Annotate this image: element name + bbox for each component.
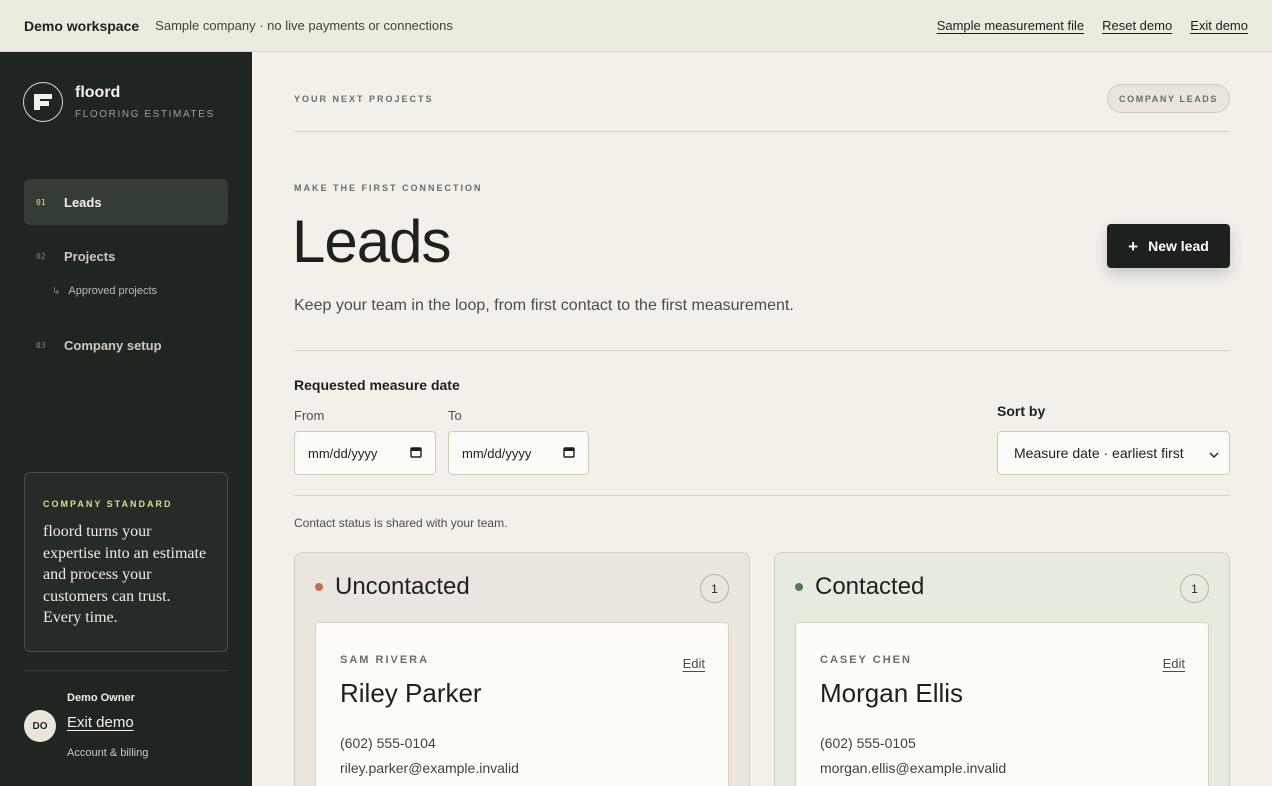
lead-name: Morgan Ellis — [820, 678, 964, 708]
divider — [294, 350, 1230, 351]
sort-select[interactable]: Measure date · earliest first — [997, 431, 1230, 475]
to-date-value: mm/dd/yyyy — [462, 445, 532, 461]
nav-number: 03 — [36, 340, 46, 350]
divider — [294, 495, 1230, 496]
sidebar-item-leads[interactable]: 01 Leads — [24, 179, 228, 225]
to-date-input[interactable]: mm/dd/yyyy — [448, 431, 589, 475]
nav-number: 01 — [36, 197, 46, 207]
sidebar-divider — [24, 670, 228, 671]
sidebar-subitem-label: Approved projects — [68, 285, 158, 297]
column-count-badge: 1 — [1180, 574, 1209, 603]
divider — [294, 131, 1230, 132]
sidebar-item-company-setup[interactable]: 03 Company setup — [24, 322, 228, 368]
lead-contact-name: SAM RIVERA — [340, 654, 430, 666]
demo-banner: Demo workspace Sample company · no live … — [0, 0, 1272, 52]
new-lead-button[interactable]: + New lead — [1107, 224, 1230, 268]
lead-phone: (602) 555-0105 — [820, 735, 916, 751]
avatar[interactable]: DO — [24, 710, 56, 742]
column-title: Uncontacted — [335, 573, 470, 600]
lead-card[interactable]: CASEY CHEN Edit Morgan Ellis (602) 555-0… — [795, 622, 1209, 786]
page-description: Keep your team in the loop, from first c… — [294, 297, 794, 314]
status-dot — [315, 583, 323, 591]
chevron-down-icon — [1209, 445, 1219, 461]
calendar-icon[interactable] — [563, 446, 575, 461]
account-name: Demo Owner — [67, 692, 135, 704]
status-dot — [795, 583, 803, 591]
sidebar-item-projects[interactable]: 02 Projects — [24, 233, 228, 279]
sidebar-nav: 01 Leads 02 Projects ↳ Approved projects… — [24, 179, 228, 368]
edit-lead-link[interactable]: Edit — [1163, 656, 1185, 671]
plus-icon: + — [1128, 236, 1139, 256]
sample-measurement-file-link[interactable]: Sample measurement file — [937, 18, 1084, 33]
sidebar: floord FLOORING ESTIMATES 01 Leads 02 Pr… — [0, 52, 252, 786]
to-label: To — [448, 408, 462, 423]
page-eyebrow: MAKE THE FIRST CONNECTION — [294, 183, 483, 193]
company-standard-card: COMPANY STANDARD floord turns your exper… — [24, 472, 228, 652]
lead-contact-name: CASEY CHEN — [820, 654, 912, 666]
workspace-name: Demo workspace — [24, 17, 140, 34]
column-title: Contacted — [815, 573, 925, 600]
sort-label: Sort by — [997, 403, 1046, 419]
sort-value: Measure date · earliest first — [1014, 445, 1184, 461]
from-date-value: mm/dd/yyyy — [308, 445, 378, 461]
from-label: From — [294, 408, 325, 423]
account-panel: DO Demo Owner Exit demo Account & billin… — [24, 690, 228, 770]
reset-demo-link[interactable]: Reset demo — [1102, 18, 1172, 33]
page-title: Leads — [292, 208, 451, 275]
sidebar-item-label: Leads — [64, 194, 102, 210]
lead-email: morgan.ellis@example.invalid — [820, 760, 1007, 776]
uncontacted-column: Uncontacted 1 SAM RIVERA Edit Riley Park… — [294, 552, 750, 786]
standard-kicker: COMPANY STANDARD — [43, 499, 173, 509]
brand[interactable]: floord FLOORING ESTIMATES — [23, 82, 215, 122]
contacted-column: Contacted 1 CASEY CHEN Edit Morgan Ellis… — [774, 552, 1230, 786]
lead-email: riley.parker@example.invalid — [340, 760, 519, 776]
floord-logo-icon — [23, 82, 63, 122]
calendar-icon[interactable] — [410, 446, 422, 461]
brand-name: floord — [75, 84, 121, 101]
sidebar-subitem-approved-projects[interactable]: ↳ Approved projects — [24, 279, 228, 303]
filter-title: Requested measure date — [294, 377, 460, 393]
main-content: YOUR NEXT PROJECTS COMPANY LEADS MAKE TH… — [292, 52, 1230, 786]
new-lead-label: New lead — [1148, 238, 1209, 254]
sub-arrow-icon: ↳ — [52, 285, 61, 297]
lead-phone: (602) 555-0104 — [340, 735, 436, 751]
from-date-input[interactable]: mm/dd/yyyy — [294, 431, 436, 475]
nav-number: 02 — [36, 251, 46, 261]
edit-lead-link[interactable]: Edit — [683, 656, 705, 671]
column-count-badge: 1 — [700, 574, 729, 603]
section-eyebrow: YOUR NEXT PROJECTS — [294, 94, 434, 104]
lead-name: Riley Parker — [340, 678, 482, 708]
shared-status-note: Contact status is shared with your team. — [294, 516, 508, 530]
exit-demo-link[interactable]: Exit demo — [1190, 18, 1248, 33]
lead-card[interactable]: SAM RIVERA Edit Riley Parker (602) 555-0… — [315, 622, 729, 786]
account-billing-link[interactable]: Account & billing — [67, 747, 148, 759]
standard-quote: floord turns your expertise into an esti… — [43, 523, 207, 626]
company-leads-pill: COMPANY LEADS — [1107, 84, 1230, 113]
banner-links: Sample measurement file Reset demo Exit … — [937, 18, 1248, 33]
sidebar-exit-demo-link[interactable]: Exit demo — [67, 714, 134, 731]
sidebar-item-label: Projects — [64, 248, 116, 264]
brand-tagline: FLOORING ESTIMATES — [75, 109, 215, 120]
workspace-subtitle: Sample company · no live payments or con… — [155, 18, 453, 33]
sidebar-item-label: Company setup — [64, 337, 162, 353]
